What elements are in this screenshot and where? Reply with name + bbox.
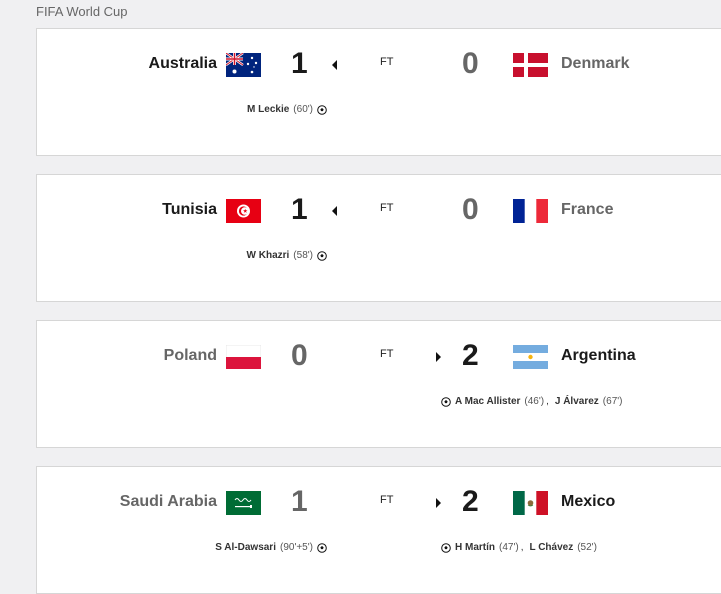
home-score: 1: [291, 47, 308, 80]
away-score: 2: [462, 485, 479, 518]
home-score: 1: [291, 193, 308, 226]
scorer-name: S Al-Dawsari: [215, 542, 276, 553]
soccer-ball-icon: [441, 396, 451, 407]
soccer-ball-icon: [317, 542, 327, 553]
tunisia-flag-icon: [226, 199, 261, 223]
away-team-name[interactable]: Mexico: [561, 493, 615, 511]
winner-arrow-right-icon: [436, 352, 441, 362]
home-scorers: W Khazri (58'): [247, 250, 327, 261]
scorer-name: H Martín: [455, 542, 495, 553]
away-score: 2: [462, 339, 479, 372]
soccer-ball-icon: [317, 104, 327, 115]
away-score: 0: [462, 193, 479, 226]
home-team-name[interactable]: Poland: [164, 347, 217, 365]
match-card[interactable]: Australia 1 FT 0 Denmark M Leckie (60'): [36, 28, 721, 156]
saudi-arabia-flag-icon: [226, 491, 261, 515]
away-scorers: A Mac Allister (46'), J Álvarez (67'): [441, 396, 623, 407]
match-card[interactable]: Tunisia 1 FT 0 France W Khazri (58'): [36, 174, 721, 302]
home-team-name[interactable]: Saudi Arabia: [120, 493, 217, 511]
match-card[interactable]: Saudi Arabia 1 FT 2 Mexico S Al-Dawsari …: [36, 466, 721, 594]
denmark-flag-icon: [513, 53, 548, 77]
soccer-ball-icon: [441, 542, 451, 553]
competition-title: FIFA World Cup: [36, 4, 128, 19]
scorer-minute: (46'): [524, 396, 545, 407]
home-score: 1: [291, 485, 308, 518]
match-status: FT: [380, 348, 394, 360]
home-scorers: S Al-Dawsari (90'+5'): [215, 542, 327, 553]
scorer-name: L Chávez: [529, 542, 574, 553]
scorer-minute: (52'): [577, 542, 597, 553]
away-team-name[interactable]: France: [561, 201, 613, 219]
scorer-separator: ,: [520, 542, 524, 553]
scorer-minute: (67'): [602, 396, 623, 407]
poland-flag-icon: [226, 345, 261, 369]
match-status: FT: [380, 56, 394, 68]
scorer-separator: ,: [546, 396, 549, 407]
scorer-minute: (90'+5'): [279, 542, 313, 553]
scorer-name: J Álvarez: [554, 396, 599, 407]
away-scorers: H Martín (47'), L Chávez (52'): [441, 542, 597, 553]
winner-arrow-left-icon: [332, 206, 337, 216]
home-score: 0: [291, 339, 308, 372]
away-team-name[interactable]: Denmark: [561, 55, 629, 73]
winner-arrow-left-icon: [332, 60, 337, 70]
home-scorers: M Leckie (60'): [247, 104, 327, 115]
away-score: 0: [462, 47, 479, 80]
argentina-flag-icon: [513, 345, 548, 369]
france-flag-icon: [513, 199, 548, 223]
winner-arrow-right-icon: [436, 498, 441, 508]
scorer-name: M Leckie: [247, 104, 290, 115]
home-team-name[interactable]: Australia: [149, 55, 217, 73]
scorer-name: A Mac Allister: [455, 396, 521, 407]
soccer-ball-icon: [317, 250, 327, 261]
mexico-flag-icon: [513, 491, 548, 515]
match-status: FT: [380, 202, 394, 214]
australia-flag-icon: [226, 53, 261, 77]
match-status: FT: [380, 494, 394, 506]
scorer-minute: (58'): [293, 250, 313, 261]
home-team-name[interactable]: Tunisia: [162, 201, 217, 219]
scorer-minute: (47'): [499, 542, 519, 553]
match-card[interactable]: Poland 0 FT 2 Argentina A Mac Allister (…: [36, 320, 721, 448]
scorer-name: W Khazri: [246, 250, 290, 261]
away-team-name[interactable]: Argentina: [561, 347, 636, 365]
scorer-minute: (60'): [293, 104, 313, 115]
